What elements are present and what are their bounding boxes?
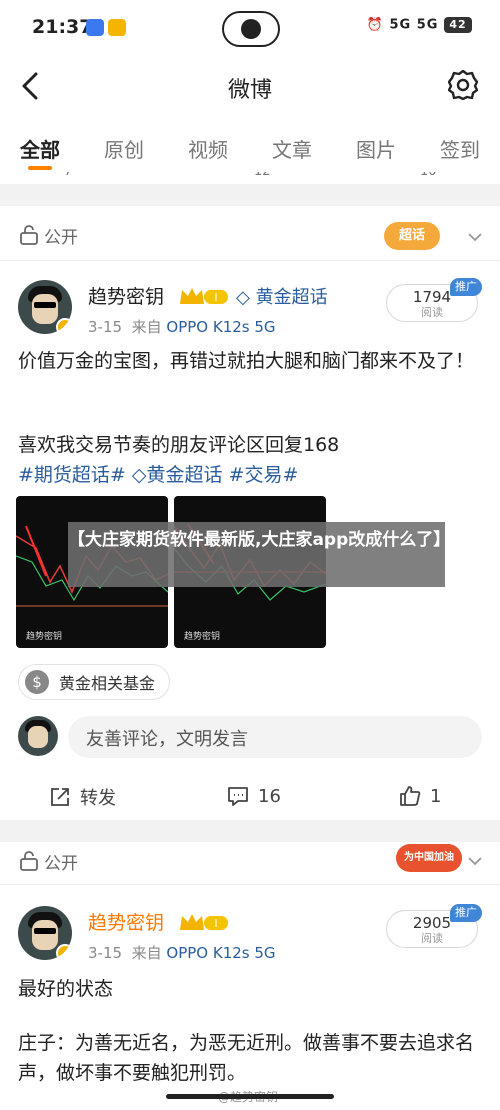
like-count: 1 — [430, 785, 442, 807]
member-level-icon: I — [180, 288, 228, 304]
visibility-text: 公开 — [44, 853, 78, 874]
previous-post-actions: 7 12 10 — [0, 172, 500, 182]
comment-count: 16 — [258, 785, 281, 807]
prev-repost-count: 7 — [64, 172, 72, 179]
tab-video[interactable]: 视频 — [188, 120, 228, 172]
page-title: 微博 — [227, 78, 272, 103]
divider — [0, 184, 500, 206]
campaign-badge: 为中国加油 — [396, 844, 462, 872]
signal-text: 5G 5G — [389, 17, 439, 33]
separator — [0, 884, 500, 885]
promo-badge: 推广 — [450, 904, 482, 922]
lock-open-icon — [20, 225, 38, 245]
post-actions: 转发 16 1 — [0, 784, 500, 824]
visibility-label: 公开 — [18, 220, 78, 250]
like-button[interactable]: 1 — [398, 784, 441, 808]
comment-icon — [228, 787, 248, 806]
tab-checkin[interactable]: 签到 — [440, 120, 480, 172]
fund-chip-label: 黄金相关基金 — [59, 674, 156, 693]
notification-app-icon — [86, 19, 104, 36]
promo-badge: 推广 — [450, 278, 482, 296]
tab-all[interactable]: 全部 — [20, 120, 60, 172]
image-watermark: 趋势密钥 — [184, 632, 221, 642]
read-label: 阅读 — [421, 306, 443, 319]
member-level-icon: I — [180, 914, 228, 930]
super-topic-badge: 超话 — [384, 222, 440, 250]
post-text: 最好的状态 — [18, 978, 114, 1000]
lock-open-icon — [20, 851, 38, 871]
comment-button[interactable]: 16 — [226, 784, 281, 808]
separator — [0, 260, 500, 261]
post-text-2: 喜欢我交易节奏的朋友评论区回复168 — [18, 434, 340, 456]
top-header: 微博 — [0, 58, 500, 120]
post-meta: 3-15 来自 OPPO K12s 5G — [88, 318, 276, 336]
svg-text:I: I — [214, 291, 217, 304]
verified-badge-icon — [56, 944, 72, 960]
author-avatar[interactable] — [18, 906, 72, 960]
prev-comment-count: 12 — [254, 172, 271, 179]
home-indicator[interactable] — [166, 1094, 334, 1099]
author-name[interactable]: 趋势密钥 — [88, 908, 164, 935]
chevron-down-icon[interactable] — [466, 852, 484, 870]
repost-label: 转发 — [80, 788, 116, 809]
tab-picture[interactable]: 图片 — [356, 120, 396, 172]
author-avatar[interactable] — [18, 280, 72, 334]
post-card: 公开 超话 趋势密钥 I ◇ 黄金超话 3-15 来自 OPPO K12s 5G… — [0, 206, 500, 820]
fund-chip[interactable]: $ 黄金相关基金 — [18, 664, 171, 700]
thumbs-up-icon — [400, 786, 421, 806]
verified-badge-icon — [56, 318, 72, 334]
dollar-coin-icon: $ — [25, 670, 49, 694]
image-watermark: 趋势密钥 — [26, 632, 63, 642]
chevron-down-icon[interactable] — [466, 228, 484, 246]
post-tags[interactable]: #期货超话# ◇黄金超话 #交易# — [18, 460, 488, 490]
battery-icon: 42 — [444, 17, 472, 33]
status-indicators: ⏰ 5G 5G 42 — [367, 17, 472, 33]
tab-article[interactable]: 文章 — [272, 120, 312, 172]
visibility-text: 公开 — [44, 227, 78, 248]
repost-button[interactable]: 转发 — [48, 784, 116, 810]
post-meta: 3-15 来自 OPPO K12s 5G — [88, 944, 276, 962]
prev-like-count: 10 — [420, 172, 437, 179]
comment-input[interactable]: 友善评论，文明发言 — [68, 716, 482, 758]
visibility-label: 公开 — [18, 846, 78, 876]
divider — [0, 820, 500, 842]
topic-link[interactable]: ◇ 黄金超话 — [236, 283, 328, 309]
post-text: 价值万金的宝图，再错过就拍大腿和脑门都来不及了！ — [18, 350, 475, 372]
notification-app-icon — [108, 19, 126, 36]
author-name[interactable]: 趋势密钥 — [88, 282, 164, 309]
svg-text:I: I — [214, 917, 217, 930]
tab-original[interactable]: 原创 — [104, 120, 144, 172]
camera-pill — [222, 11, 280, 47]
alarm-icon: ⏰ — [366, 17, 384, 33]
my-avatar — [18, 716, 58, 756]
post-text-2: 庄子：为善无近名，为恶无近刑。做善事不要去追求名声，做坏事不要触犯刑罚。 — [18, 1032, 475, 1084]
repost-icon — [51, 788, 69, 806]
overlay-title-banner: 【大庄家期货软件最新版,大庄家app改成什么了】 — [68, 522, 450, 587]
filter-tabs: 全部 原创 视频 文章 图片 签到 — [0, 120, 500, 172]
status-bar: 21:37 ⏰ 5G 5G 42 — [0, 0, 500, 58]
status-time: 21:37 — [32, 16, 93, 38]
settings-gear-icon[interactable] — [448, 70, 478, 100]
post-card: 公开 为中国加油 趋势密钥 I 3-15 来自 OPPO K12s 5G 290… — [0, 842, 500, 1110]
read-label: 阅读 — [421, 932, 443, 945]
